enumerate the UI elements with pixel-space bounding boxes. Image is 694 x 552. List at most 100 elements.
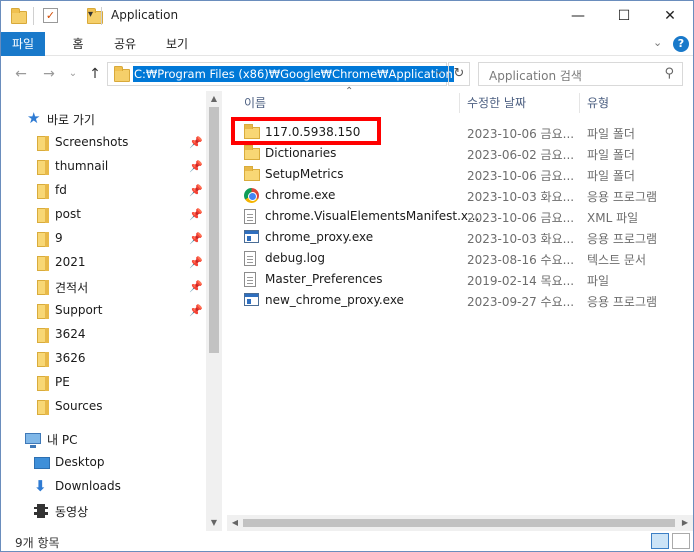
pin-icon[interactable]: 📌 [189,208,203,221]
computer-icon [25,433,41,448]
sidebar-item[interactable]: thumnail 📌 [1,155,207,179]
address-bar[interactable]: C:₩Program Files (x86)₩Google₩Chrome₩App… [107,62,454,86]
sidebar-item-label: fd [55,183,67,197]
file-name[interactable]: chrome.VisualElementsManifest.x... [265,209,479,223]
file-row[interactable]: chrome.VisualElementsManifest.x... 2023-1… [227,206,677,227]
recent-locations-button[interactable]: ⌄ [63,64,83,84]
pin-icon[interactable]: 📌 [189,136,203,149]
column-header-name[interactable]: 이름 [244,91,266,115]
scrollbar-thumb[interactable] [243,519,675,527]
file-name[interactable]: chrome_proxy.exe [265,230,373,244]
address-dropdown-icon[interactable]: ⌄ [435,66,443,77]
help-icon[interactable]: ? [673,36,689,52]
pin-icon[interactable]: 📌 [189,232,203,245]
folder-icon [37,136,49,151]
sidebar-item[interactable]: PE [1,371,207,395]
pin-icon[interactable]: 📌 [189,304,203,317]
document-icon [244,272,256,287]
application-icon [244,230,259,243]
file-date: 2023-10-03 화요... [467,190,575,204]
file-type: 파일 폴더 [587,127,635,141]
customize-toolbar-icon[interactable]: ▾ [88,9,93,27]
folder-icon [37,328,49,343]
sidebar-item[interactable]: Screenshots 📌 [1,131,207,155]
list-scrollbar [677,91,693,515]
file-name[interactable]: chrome.exe [265,188,335,202]
search-icon[interactable]: ⚲ [664,66,674,81]
sidebar-item-desktop[interactable]: Desktop [1,451,207,475]
sidebar-item-label: 3626 [55,351,86,365]
maximize-button[interactable]: ☐ [601,1,647,31]
properties-icon[interactable]: ✓ [43,8,58,23]
file-name[interactable]: debug.log [265,251,325,265]
close-button[interactable]: ✕ [647,1,693,31]
refresh-button[interactable]: ↻ [448,62,470,86]
sidebar-item-this-pc[interactable]: 내 PC [1,427,207,451]
tab-share[interactable]: 공유 [105,32,145,56]
scroll-down-icon[interactable]: ▼ [206,515,222,531]
ribbon: 파일 홈 공유 보기 ⌄ ? [1,32,693,56]
column-header-date[interactable]: 수정한 날짜 [467,91,526,115]
window-title: Application [111,8,179,22]
minimize-button[interactable]: — [555,1,601,31]
sidebar-item[interactable]: fd 📌 [1,179,207,203]
scroll-left-icon[interactable]: ◀ [227,515,243,531]
tab-file[interactable]: 파일 [1,32,45,56]
pin-icon[interactable]: 📌 [189,160,203,173]
pin-icon[interactable]: 📌 [189,184,203,197]
nav-scrollbar[interactable]: ▲ ▼ [206,91,222,531]
sidebar-item-label: 2021 [55,255,86,269]
folder-icon [37,232,49,247]
sidebar-item[interactable]: Support 📌 [1,299,207,323]
desktop-icon [34,457,50,469]
column-divider[interactable] [579,93,580,113]
application-icon [244,293,259,306]
search-input[interactable]: Application 검색 [489,67,582,84]
file-row[interactable]: debug.log 2023-08-16 수요... 텍스트 문서 [227,248,677,269]
sidebar-item[interactable]: 3624 [1,323,207,347]
details-view-button[interactable] [651,533,669,549]
scroll-right-icon[interactable]: ▶ [677,515,693,531]
large-icons-view-button[interactable] [672,533,690,549]
file-name[interactable]: Dictionaries [265,146,336,160]
file-name[interactable]: SetupMetrics [265,167,344,181]
sidebar-item[interactable]: 9 📌 [1,227,207,251]
file-row[interactable]: SetupMetrics 2023-10-06 금요... 파일 폴더 [227,164,677,185]
file-date: 2023-08-16 수요... [467,253,575,267]
scroll-up-icon[interactable]: ▲ [206,91,222,107]
column-divider[interactable] [459,93,460,113]
folder-icon [114,66,130,82]
sidebar-item[interactable]: 3626 [1,347,207,371]
highlight-box [231,117,381,145]
file-name[interactable]: new_chrome_proxy.exe [265,293,404,307]
search-box[interactable]: Application 검색 ⚲ [478,62,683,86]
quick-access[interactable]: ★ 바로 가기 [1,107,207,131]
sidebar-item[interactable]: 견적서 📌 [1,275,207,299]
sidebar-item[interactable]: Sources [1,395,207,419]
pin-icon[interactable]: 📌 [189,280,203,293]
expand-ribbon-icon[interactable]: ⌄ [653,36,662,49]
file-row[interactable]: new_chrome_proxy.exe 2023-09-27 수요... 응용 프… [227,290,677,311]
up-button[interactable]: ↑ [85,64,105,84]
file-row[interactable]: chrome.exe 2023-10-03 화요... 응용 프로그램 [227,185,677,206]
file-type: 파일 폴더 [587,169,635,183]
file-row[interactable]: chrome_proxy.exe 2023-10-03 화요... 응용 프로그램 [227,227,677,248]
column-header-type[interactable]: 유형 [587,91,609,115]
address-path[interactable]: C:₩Program Files (x86)₩Google₩Chrome₩App… [133,66,454,82]
back-button[interactable]: ← [11,64,31,84]
sidebar-item-downloads[interactable]: ⬇ Downloads [1,475,207,499]
sidebar-item-videos[interactable]: 동영상 [1,499,207,523]
pin-icon[interactable]: 📌 [189,256,203,269]
file-name[interactable]: Master_Preferences [265,272,383,286]
file-row[interactable]: Dictionaries 2023-06-02 금요... 파일 폴더 [227,143,677,164]
title-bar: ✓ ▾ Application — ☐ ✕ [1,1,693,32]
folder-icon [11,8,27,24]
tab-home[interactable]: 홈 [61,32,95,56]
sidebar-item[interactable]: post 📌 [1,203,207,227]
tab-view[interactable]: 보기 [157,32,197,56]
forward-button[interactable]: → [39,64,59,84]
sidebar-item[interactable]: 2021 📌 [1,251,207,275]
horizontal-scrollbar[interactable]: ◀ ▶ [227,515,693,531]
file-row[interactable]: Master_Preferences 2019-02-14 목요... 파일 [227,269,677,290]
scrollbar-thumb[interactable] [209,107,219,353]
